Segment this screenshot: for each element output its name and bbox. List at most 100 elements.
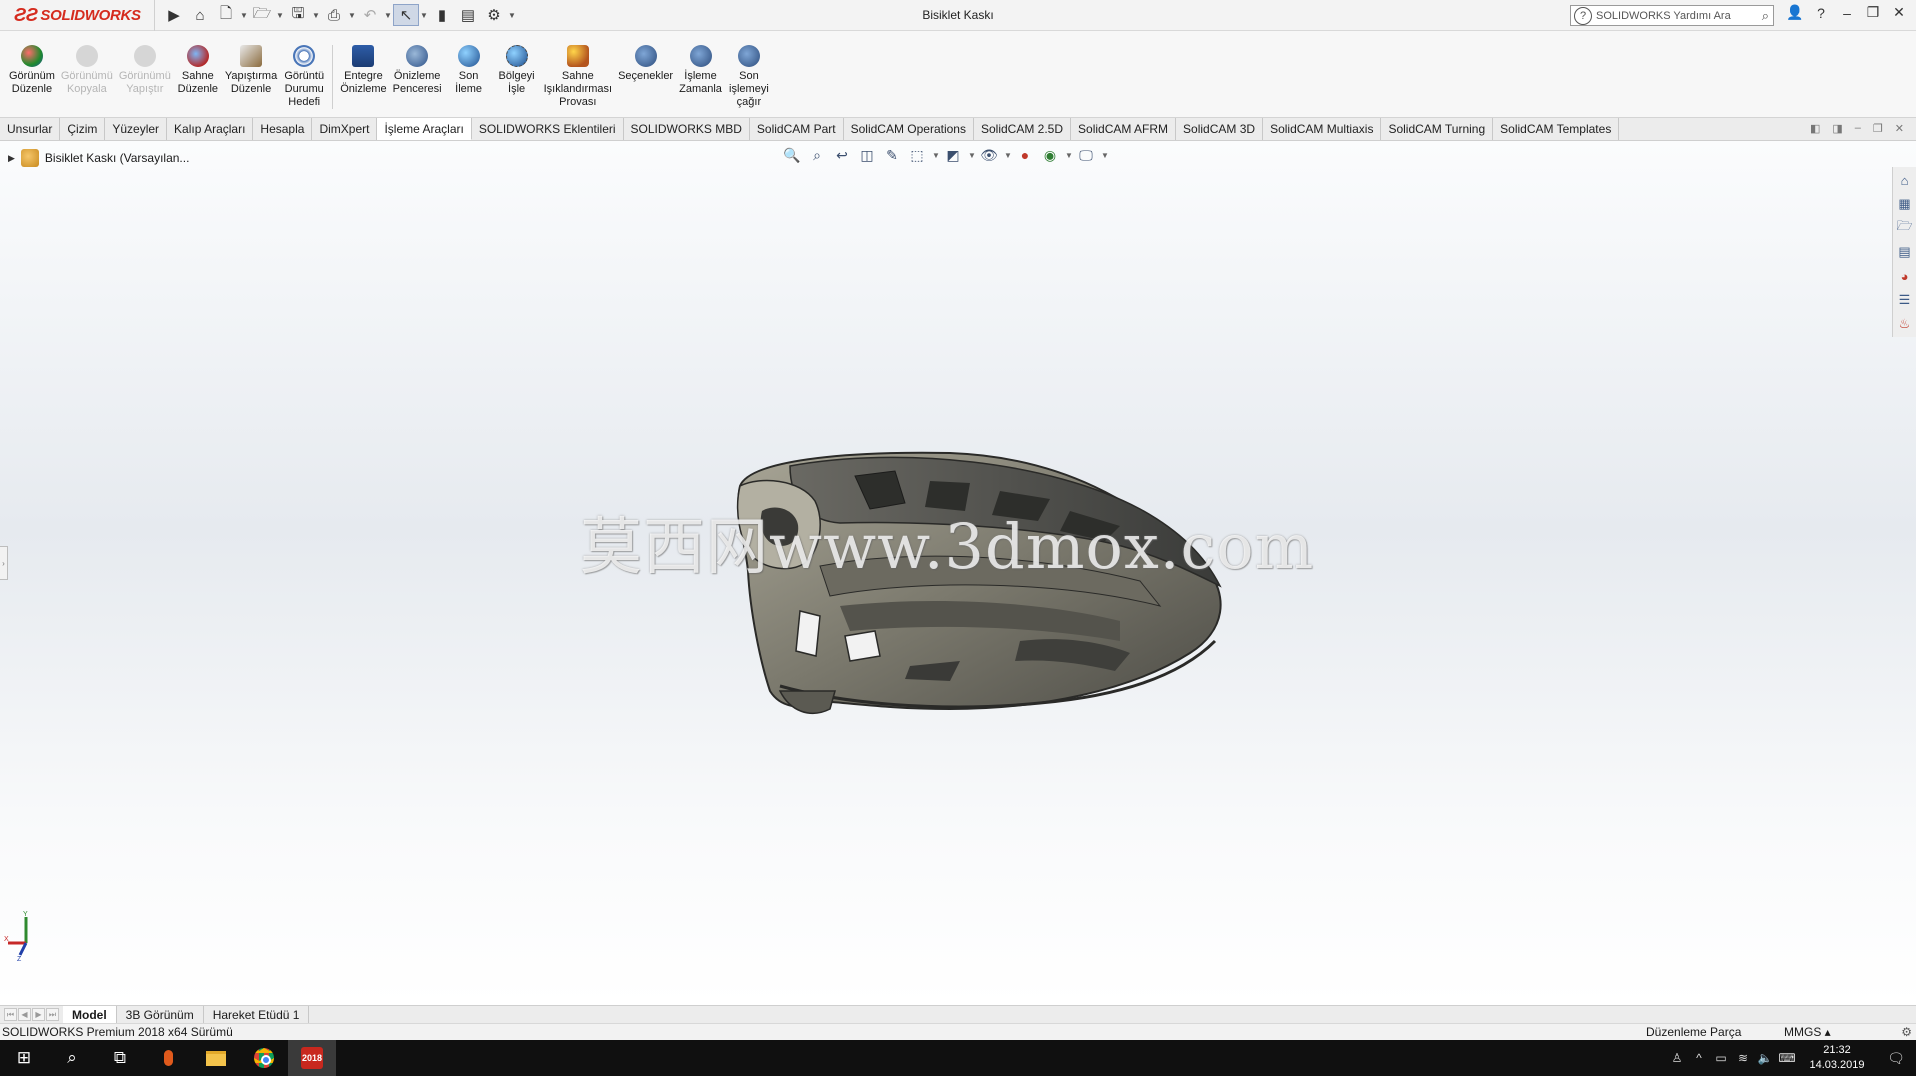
search-icon[interactable]: ⌕ [1762,8,1769,24]
tab-motion-study-1[interactable]: Hareket Etüdü 1 [204,1006,310,1023]
tab-solidcam-25d[interactable]: SolidCAM 2.5D [974,118,1072,140]
chrome-icon[interactable] [240,1040,288,1076]
print-icon[interactable]: ⎙ [321,4,347,26]
hide-show-items-icon[interactable]: 👁 [979,145,999,165]
solidworks-taskbar-icon[interactable]: 2018 [288,1040,336,1076]
tab-dimxpert[interactable]: DimXpert [312,118,378,140]
tab-features[interactable]: Unsurlar [0,118,61,140]
tab-sketch[interactable]: Çizim [60,118,106,140]
file-explorer-taskbar-icon[interactable] [192,1040,240,1076]
recall-last-render-button[interactable]: Son işlemeyi çağır [725,45,773,109]
preview-window-button[interactable]: Önizleme Penceresi [390,45,445,96]
tab-solidworks-mbd[interactable]: SOLIDWORKS MBD [624,118,750,140]
tab-solidcam-templates[interactable]: SolidCAM Templates [1493,118,1620,140]
microphone-app-icon[interactable] [144,1040,192,1076]
first-tab-icon[interactable]: ⏮ [4,1008,17,1021]
open-dropdown-icon[interactable]: ▼ [275,11,285,20]
help-icon[interactable]: ? [1812,5,1830,21]
tile-right-icon[interactable]: ◨ [1832,122,1842,135]
tab-evaluate[interactable]: Hesapla [253,118,313,140]
expand-menu-icon[interactable]: ▶ [161,4,187,26]
final-render-button[interactable]: Son İleme [445,45,493,96]
solidworks-resources-icon[interactable]: ⌂ [1894,169,1915,191]
view-orientation-dropdown-icon[interactable]: ▼ [932,151,940,160]
save-dropdown-icon[interactable]: ▼ [311,11,321,20]
previous-view-icon[interactable]: ↩ [832,145,852,165]
status-help-icon[interactable]: ⚙ [1901,1025,1912,1039]
home-icon[interactable]: ⌂ [187,4,213,26]
prev-tab-icon[interactable]: ◀ [18,1008,31,1021]
tab-solidcam-operations[interactable]: SolidCAM Operations [844,118,974,140]
edit-appearance-button[interactable]: Görünüm Düzenle [6,45,58,96]
tab-solidcam-turning[interactable]: SolidCAM Turning [1381,118,1494,140]
notification-center-icon[interactable]: 🗨 [1876,1050,1916,1067]
tray-expand-icon[interactable]: ^ [1688,1051,1710,1065]
file-properties-icon[interactable]: ▤ [455,4,481,26]
select-pointer-icon[interactable]: ↖ [393,4,419,26]
custom-properties-icon[interactable]: ☰ [1894,289,1915,311]
render-region-button[interactable]: Bölgeyi İşle [493,45,541,96]
display-style-icon[interactable]: ◩ [943,145,963,165]
hide-show-dropdown-icon[interactable]: ▼ [1004,151,1012,160]
doc-close-icon[interactable]: ✕ [1895,122,1904,135]
battery-icon[interactable]: ▭ [1710,1051,1732,1065]
task-view-icon[interactable]: ⧉ [96,1040,144,1076]
select-dropdown-icon[interactable]: ▼ [419,11,429,20]
expand-arrow-icon[interactable]: ▶ [8,153,15,164]
next-tab-icon[interactable]: ▶ [32,1008,45,1021]
taskbar-clock[interactable]: 21:32 14.03.2019 [1798,1043,1876,1073]
tab-surfaces[interactable]: Yüzeyler [105,118,168,140]
tab-model[interactable]: Model [63,1006,117,1023]
doc-restore-icon[interactable]: ❐ [1873,122,1883,135]
view-settings-icon[interactable]: 🖵 [1076,145,1096,165]
help-search-box[interactable]: ? SOLIDWORKS Yardımı Ara ⌕ [1570,5,1774,26]
restore-icon[interactable]: ❐ [1864,4,1882,21]
minimize-icon[interactable]: – [1838,5,1856,21]
tab-solidcam-part[interactable]: SolidCAM Part [750,118,844,140]
doc-minimize-icon[interactable]: – [1855,122,1861,135]
options-dropdown-icon[interactable]: ▼ [507,11,517,20]
file-explorer-icon[interactable]: 🗁 [1894,217,1915,239]
unit-system[interactable]: MMGS ▴ [1784,1025,1831,1039]
feature-tree-flyout[interactable]: ▶ Bisiklet Kaskı (Varsayılan... [8,149,189,167]
windows-start-icon[interactable]: ⊞ [0,1040,48,1076]
people-icon[interactable]: ♙ [1666,1051,1688,1065]
traffic-light-icon[interactable]: ▮ [429,4,455,26]
volume-icon[interactable]: 🔈 [1754,1051,1776,1065]
taskbar-search-icon[interactable]: ⌕ [48,1040,96,1076]
appearances-scenes-icon[interactable]: ◕ [1894,265,1915,287]
save-icon[interactable]: 🖫 [285,4,311,26]
design-library-icon[interactable]: ▦ [1894,193,1915,215]
feature-manager-toggle[interactable]: › [0,546,8,580]
section-view-icon[interactable]: ◫ [857,145,877,165]
view-settings-dropdown-icon[interactable]: ▼ [1101,151,1109,160]
view-orientation-icon[interactable]: ⬚ [907,145,927,165]
tab-solidcam-3d[interactable]: SolidCAM 3D [1176,118,1264,140]
copy-appearance-button[interactable]: Görünümü Kopyala [58,45,116,96]
scene-illumination-proof-button[interactable]: Sahne Işıklandırması Provası [541,45,615,109]
tab-3d-views[interactable]: 3B Görünüm [117,1006,204,1023]
tab-solidcam-afrm[interactable]: SolidCAM AFRM [1071,118,1177,140]
keyboard-icon[interactable]: ⌨ [1776,1051,1798,1065]
apply-scene-icon[interactable]: ◉ [1040,145,1060,165]
graphics-area[interactable]: ▶ Bisiklet Kaskı (Varsayılan... 🔍 ⌕ ↩ ◫ … [0,141,1916,1005]
options-gear-icon[interactable]: ⚙ [481,4,507,26]
print-dropdown-icon[interactable]: ▼ [347,11,357,20]
tile-left-icon[interactable]: ◧ [1810,122,1820,135]
paste-appearance-button[interactable]: Görünümü Yapıştır [116,45,174,96]
new-dropdown-icon[interactable]: ▼ [239,11,249,20]
tab-mold-tools[interactable]: Kalıp Araçları [167,118,254,140]
undo-icon[interactable]: ↶ [357,4,383,26]
display-style-dropdown-icon[interactable]: ▼ [968,151,976,160]
solidworks-logo[interactable]: ƧƧ SOLIDWORKS [0,0,155,31]
edit-scene-button[interactable]: Sahne Düzenle [174,45,222,96]
display-state-target-button[interactable]: Görüntü Durumu Hedefi [280,45,328,109]
edit-decal-button[interactable]: Yapıştırma Düzenle [222,45,280,96]
solidworks-forum-icon[interactable]: ♨ [1894,313,1915,335]
view-palette-icon[interactable]: ▤ [1894,241,1915,263]
tab-solidworks-addins[interactable]: SOLIDWORKS Eklentileri [472,118,624,140]
close-icon[interactable]: ✕ [1890,4,1908,21]
schedule-render-button[interactable]: İşleme Zamanla [676,45,725,96]
wifi-icon[interactable]: ≋ [1732,1051,1754,1065]
dynamic-annotation-icon[interactable]: ✎ [882,145,902,165]
